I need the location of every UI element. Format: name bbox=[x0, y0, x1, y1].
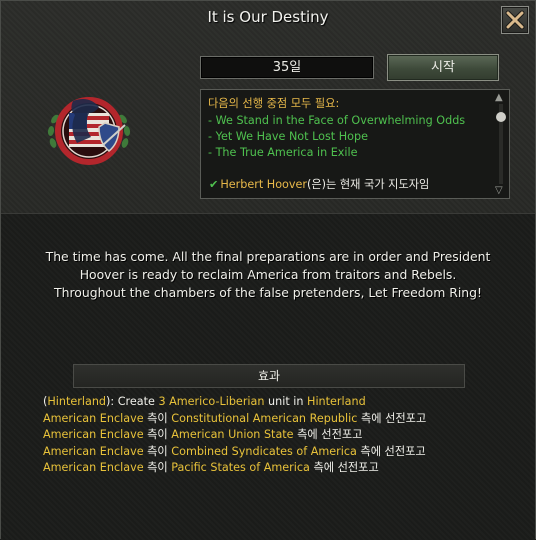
effect-text: 측이 bbox=[143, 428, 172, 441]
focus-emblem-icon bbox=[43, 89, 135, 171]
requirement-item: - Yet We Have Not Lost Hope bbox=[208, 130, 368, 143]
war-target: Combined Syndicates of America bbox=[171, 444, 357, 458]
scroll-down-arrow-icon[interactable]: ▽ bbox=[495, 186, 503, 196]
effect-state: Hinterland bbox=[47, 395, 107, 408]
checkmark-icon: ✔ bbox=[209, 178, 219, 191]
close-button[interactable] bbox=[501, 6, 529, 34]
effects-header: 효과 bbox=[73, 364, 465, 388]
days-display: 35일 bbox=[200, 56, 374, 79]
effect-text: 측에 선전포고 bbox=[357, 411, 427, 425]
leader-name: Herbert Hoover bbox=[220, 178, 308, 191]
war-target: American Union State bbox=[171, 428, 294, 441]
focus-description: The time has come. All the final prepara… bbox=[25, 248, 511, 302]
war-actor: American Enclave bbox=[43, 461, 144, 474]
war-target: Constitutional American Republic bbox=[171, 411, 358, 425]
requirement-item: - The True America in Exile bbox=[208, 146, 358, 159]
effect-text: ): Create bbox=[106, 395, 159, 408]
requirement-item: - We Stand in the Face of Overwhelming O… bbox=[208, 114, 466, 127]
war-actor: American Enclave bbox=[43, 444, 144, 458]
effect-text: 측에 선전포고 bbox=[356, 444, 426, 458]
description-line: Hoover is ready to reclaim America from … bbox=[79, 267, 457, 282]
requirements-header: 다음의 선행 중점 모두 필요: bbox=[208, 97, 340, 110]
war-actor: American Enclave bbox=[43, 411, 144, 425]
effect-text: 측이 bbox=[143, 444, 172, 458]
war-declaration-line: American Enclave 측이 American Union State… bbox=[43, 427, 513, 444]
war-actor: American Enclave bbox=[43, 428, 144, 441]
leader-suffix: (은)는 현재 국가 지도자임 bbox=[307, 178, 430, 191]
scroll-up-arrow-icon[interactable]: ▲ bbox=[495, 93, 503, 103]
focus-window: It is Our Destiny 35일 시작 다음의 선행 중점 모두 필요… bbox=[0, 0, 536, 540]
details-section: The time has come. All the final prepara… bbox=[1, 213, 535, 540]
effect-text: unit in bbox=[264, 395, 308, 408]
war-target: Pacific States of America bbox=[171, 461, 310, 474]
effect-text: 측이 bbox=[143, 411, 172, 425]
effect-text: 측이 bbox=[143, 461, 172, 474]
window-title: It is Our Destiny bbox=[207, 8, 329, 26]
effect-unit: 3 Americo-Liberian bbox=[158, 395, 265, 408]
effect-text: 측에 선전포고 bbox=[293, 428, 363, 441]
effect-line: (Hinterland): Create 3 Americo-Liberian … bbox=[43, 394, 513, 411]
effect-state: Hinterland bbox=[307, 395, 366, 408]
close-x-icon bbox=[505, 10, 525, 30]
effects-list: (Hinterland): Create 3 Americo-Liberian … bbox=[43, 394, 513, 477]
requirements-panel: 다음의 선행 중점 모두 필요: - We Stand in the Face … bbox=[200, 89, 510, 199]
start-button[interactable]: 시작 bbox=[387, 54, 499, 81]
war-declaration-line: American Enclave 측이 Combined Syndicates … bbox=[43, 444, 513, 461]
leader-requirement: ✔ Herbert Hoover(은)는 현재 국가 지도자임 bbox=[209, 177, 429, 192]
scrollbar-thumb[interactable] bbox=[496, 112, 506, 122]
description-line: Throughout the chambers of the false pre… bbox=[54, 285, 482, 300]
war-declaration-line: American Enclave 측이 Pacific States of Am… bbox=[43, 460, 513, 477]
description-line: The time has come. All the final prepara… bbox=[45, 249, 491, 264]
effect-text: 측에 선전포고 bbox=[309, 461, 379, 474]
war-declaration-line: American Enclave 측이 Constitutional Ameri… bbox=[43, 411, 513, 428]
